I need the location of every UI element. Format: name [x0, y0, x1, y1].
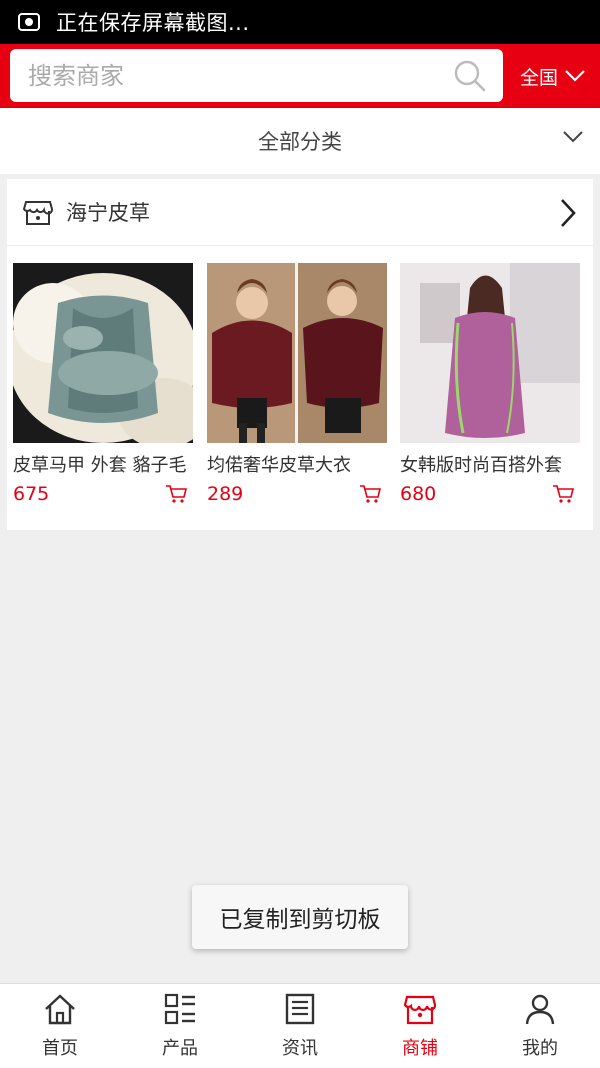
tab-products[interactable]: 产品	[120, 984, 240, 1068]
chevron-down-icon	[565, 70, 585, 82]
search-icon[interactable]	[453, 59, 487, 93]
tab-shops[interactable]: 商铺	[360, 984, 480, 1068]
product-name: 均偌奢华皮草大衣	[207, 455, 351, 476]
product-card[interactable]: 皮草马甲 外套 貉子毛 675	[13, 263, 193, 505]
news-icon	[285, 993, 315, 1025]
product-image[interactable]	[207, 263, 387, 443]
bottom-tab-bar: 首页 产品 资讯 商铺 我的	[0, 983, 600, 1068]
product-card[interactable]: 均偌奢华皮草大衣 289	[207, 263, 387, 505]
user-icon	[525, 994, 555, 1025]
shop-header[interactable]: 海宁皮草	[7, 179, 593, 246]
cart-icon[interactable]	[552, 484, 574, 504]
fur-coat-image	[207, 263, 387, 443]
chevron-right-icon[interactable]	[559, 198, 577, 228]
product-image[interactable]	[13, 263, 193, 443]
toast-message: 已复制到剪切板	[192, 885, 408, 949]
region-selector[interactable]: 全国	[520, 44, 586, 108]
tab-label: 产品	[162, 1038, 198, 1059]
product-price: 289	[207, 483, 244, 505]
cart-icon[interactable]	[359, 484, 381, 504]
fur-vest-image	[13, 263, 193, 443]
product-image[interactable]	[400, 263, 580, 443]
category-label: 全部分类	[258, 130, 342, 154]
product-card[interactable]: 女韩版时尚百搭外套 680	[400, 263, 580, 505]
search-box[interactable]	[10, 49, 503, 102]
category-filter[interactable]: 全部分类	[0, 108, 600, 174]
tab-news[interactable]: 资讯	[240, 984, 360, 1068]
status-bar: 正在保存屏幕截图...	[0, 0, 600, 44]
shop-icon	[22, 201, 53, 225]
product-name: 女韩版时尚百搭外套	[400, 455, 562, 476]
grid-list-icon	[164, 993, 195, 1025]
tab-home[interactable]: 首页	[0, 984, 120, 1068]
home-icon	[45, 994, 75, 1025]
tab-label: 我的	[522, 1038, 558, 1059]
chevron-down-icon	[563, 131, 583, 143]
pink-coat-image	[400, 263, 580, 443]
screenshot-icon	[18, 13, 40, 31]
region-label: 全国	[520, 66, 559, 89]
tab-label: 首页	[42, 1038, 78, 1059]
tab-label: 商铺	[402, 1038, 438, 1059]
tab-label: 资讯	[282, 1038, 318, 1059]
tab-mine[interactable]: 我的	[480, 984, 600, 1068]
product-price: 675	[13, 483, 50, 505]
shop-card: 海宁皮草 皮草马甲 外套 貉子毛 675 均偌奢华皮草大衣 289 女韩版时尚百…	[7, 179, 593, 530]
product-price: 680	[400, 483, 437, 505]
status-text: 正在保存屏幕截图...	[56, 11, 250, 35]
shop-name: 海宁皮草	[66, 201, 150, 225]
shop-icon	[403, 995, 437, 1025]
search-input[interactable]	[26, 54, 453, 97]
search-header: 全国	[0, 44, 600, 108]
cart-icon[interactable]	[165, 484, 187, 504]
product-name: 皮草马甲 外套 貉子毛	[13, 455, 187, 476]
